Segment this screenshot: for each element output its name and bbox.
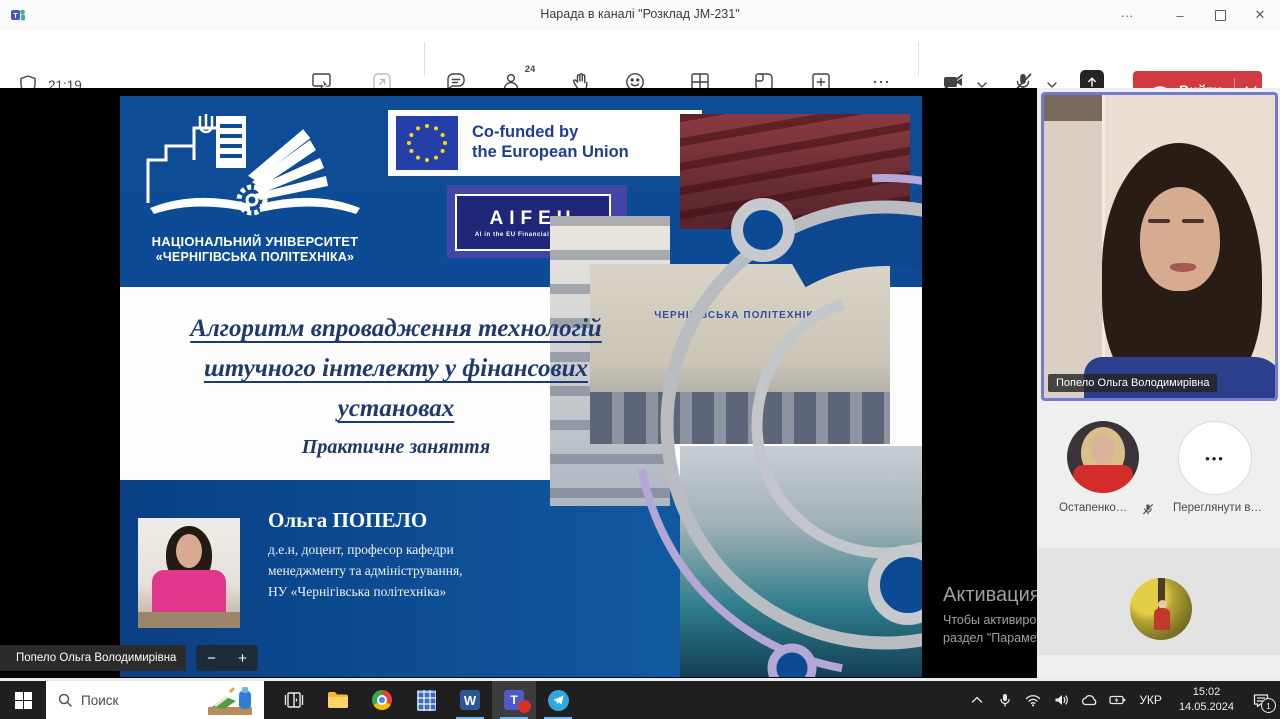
teams-icon: T: [504, 690, 524, 710]
shared-presentation-slide: НАЦІОНАЛЬНИЙ УНІВЕРСИТЕТ «ЧЕРНІГІВСЬКА П…: [120, 96, 922, 677]
participant-avatar-ostapenko[interactable]: [1067, 421, 1139, 493]
slide-title: Алгоритм впровадження технологій штучног…: [146, 309, 646, 429]
minimize-button[interactable]: –: [1160, 0, 1200, 30]
video-background: [1044, 95, 1105, 398]
video-background-corner: [1044, 95, 1102, 121]
presenter-photo-blazer: [152, 570, 226, 618]
slide-title-line1: Алгоритм впровадження технологій: [190, 315, 601, 342]
presenter-desc-line2: менеджменту та адміністрування,: [268, 563, 463, 578]
taskbar-search-box[interactable]: Поиск: [46, 681, 264, 719]
folder-icon: [327, 691, 349, 709]
titlebar-more-button[interactable]: ···: [1107, 0, 1147, 30]
task-view-icon: [284, 690, 304, 710]
system-tray: УКР 15:02 14.05.2024 1: [966, 685, 1280, 715]
eu-flag-icon: [396, 116, 458, 170]
calculator-icon: [417, 690, 436, 711]
windows-taskbar: Поиск W T: [0, 681, 1280, 719]
university-logo: НАЦІОНАЛЬНИЙ УНІВЕРСИТЕТ «ЧЕРНІГІВСЬКА П…: [130, 108, 380, 266]
participants-count: 24: [525, 64, 536, 75]
slide-subtitle: Практичне заняття: [146, 436, 646, 459]
window-titlebar: T Нарада в каналі "Розклад JM-231" ··· –…: [0, 0, 1280, 31]
word-button[interactable]: W: [448, 681, 492, 719]
slide-title-line3: установах: [338, 395, 455, 422]
zoom-controls: − +: [196, 645, 258, 671]
clock-date: 14.05.2024: [1179, 700, 1234, 715]
tray-microphone-icon[interactable]: [994, 687, 1016, 713]
participants-sidebar: Попело Ольга Володимирівна Остапенко… ••…: [1037, 88, 1280, 678]
telegram-button[interactable]: [536, 681, 580, 719]
video-nametag: Попело Ольга Володимирівна: [1048, 374, 1217, 392]
language-indicator[interactable]: УКР: [1134, 693, 1167, 707]
classroom-photo: [680, 114, 910, 229]
tray-onedrive-icon[interactable]: [1078, 687, 1100, 713]
eu-text-line2: the European Union: [472, 143, 629, 163]
meeting-toolbar: 21:19 Почати Відкріпити Чат 24 Користува…: [0, 30, 1280, 89]
speaker-brow: [1148, 219, 1170, 223]
university-name-line1: НАЦІОНАЛЬНИЙ УНІВЕРСИТЕТ: [130, 234, 380, 250]
aifeu-subtitle: AI in the EU Financial Institutions: [475, 232, 591, 238]
eu-cofunded-banner: Co-funded by the European Union: [388, 110, 702, 176]
task-view-button[interactable]: [272, 681, 316, 719]
presenter-overlay-nametag: Попело Ольга Володимирівна: [0, 645, 186, 671]
university-name-line2: «ЧЕРНІГІВСЬКА ПОЛІТЕХНІКА»: [130, 250, 380, 266]
tray-volume-icon[interactable]: [1050, 687, 1072, 713]
presenter-photo: [138, 518, 240, 628]
presenter-desc-line3: НУ «Чернігівська політехніка»: [268, 584, 446, 599]
word-icon: W: [460, 690, 480, 710]
avatar-torso: [1073, 465, 1133, 493]
search-placeholder: Поиск: [81, 693, 118, 708]
presenter-photo-desk: [138, 612, 240, 628]
teams-button[interactable]: T: [492, 681, 536, 719]
search-icon: [58, 693, 73, 708]
tray-expand-chevron[interactable]: [966, 687, 988, 713]
file-explorer-button[interactable]: [316, 681, 360, 719]
eu-text-line1: Co-funded by: [472, 123, 629, 143]
speaker-video-tile[interactable]: Попело Ольга Володимирівна: [1041, 92, 1278, 401]
participant-overflow-button[interactable]: •••: [1178, 421, 1252, 495]
toolbar-divider: [424, 42, 425, 76]
zoom-in-button[interactable]: +: [238, 650, 247, 667]
start-button[interactable]: [0, 681, 46, 719]
zoom-out-button[interactable]: −: [207, 650, 216, 667]
slide-title-line2: штучного інтелекту у фінансових: [204, 355, 588, 382]
search-highlight-illustration: [206, 685, 258, 717]
participant-avatar-autumn[interactable]: [1130, 578, 1192, 640]
sidebar-gray-panel: [1037, 548, 1280, 655]
aifeu-title: AIFEU: [490, 208, 577, 230]
action-center-button[interactable]: 1: [1246, 687, 1276, 713]
close-button[interactable]: ✕: [1240, 0, 1280, 30]
participant1-label: Остапенко…: [1059, 502, 1127, 514]
teams-notification-dot: [518, 700, 531, 713]
university-emblem-icon: [130, 108, 380, 228]
avatar-person: [1154, 608, 1170, 630]
avatar-face: [1091, 435, 1115, 465]
meeting-stage: НАЦІОНАЛЬНИЙ УНІВЕРСИТЕТ «ЧЕРНІГІВСЬКА П…: [0, 88, 1280, 678]
clock-time: 15:02: [1179, 685, 1234, 700]
speaker-mouth: [1170, 263, 1196, 272]
aifeu-logo: AIFEU AI in the EU Financial Institution…: [447, 185, 627, 258]
chrome-icon: [372, 690, 392, 710]
presenter-photo-face: [176, 534, 202, 568]
tray-battery-icon[interactable]: [1106, 687, 1128, 713]
notification-badge: 1: [1261, 698, 1276, 713]
aifeu-logo-inner: AIFEU AI in the EU Financial Institution…: [455, 194, 611, 251]
restore-icon: [1215, 10, 1226, 21]
chrome-button[interactable]: [360, 681, 404, 719]
windows-logo-icon: [15, 692, 32, 709]
presenter-description: д.е.н, доцент, професор кафедри менеджме…: [268, 540, 463, 603]
participant2-label: Переглянути в…: [1173, 502, 1262, 514]
speaker-brow: [1182, 219, 1204, 223]
toolbar-divider: [918, 42, 919, 76]
calculator-button[interactable]: [404, 681, 448, 719]
clock[interactable]: 15:02 14.05.2024: [1173, 685, 1240, 715]
restore-button[interactable]: [1200, 0, 1240, 30]
window-title: Нарада в каналі "Розклад JM-231": [0, 7, 1280, 21]
tray-wifi-icon[interactable]: [1022, 687, 1044, 713]
presenter-name: Ольга ПОПЕЛО: [268, 508, 427, 533]
speaker-face: [1140, 187, 1220, 291]
presenter-desc-line1: д.е.н, доцент, професор кафедри: [268, 542, 454, 557]
participant1-mic-off-icon: [1141, 502, 1155, 516]
telegram-icon: [548, 690, 569, 711]
